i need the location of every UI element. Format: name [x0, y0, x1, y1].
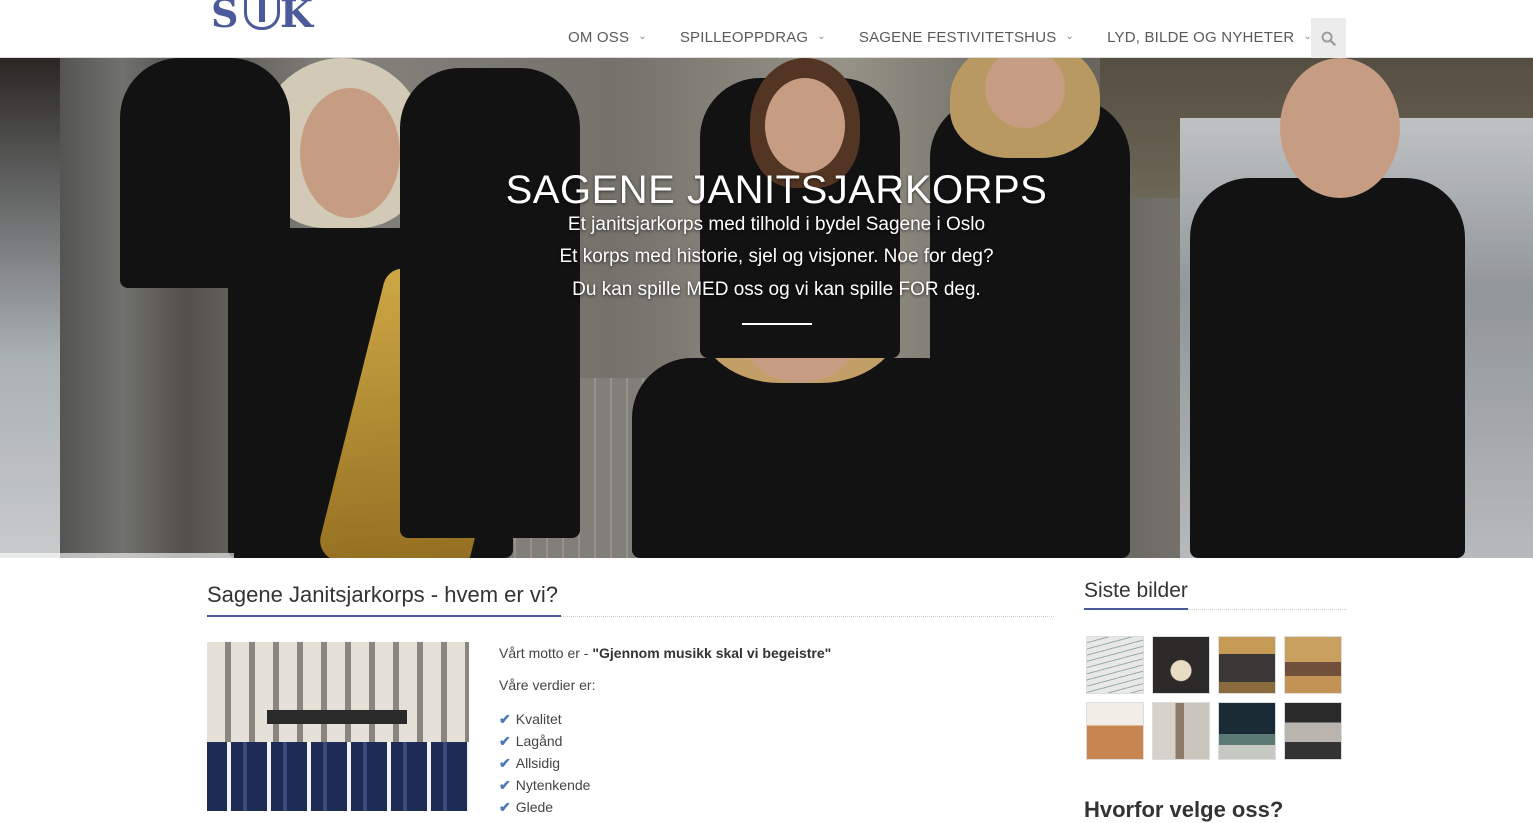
search-icon	[1321, 31, 1336, 46]
gallery-title: Siste bilder	[1084, 579, 1188, 602]
motto-quote: "Gjennom musikk skal vi begeistre"	[592, 645, 832, 661]
photo-gallery	[1086, 636, 1342, 760]
hero-subtitle-line: Et korps med historie, sjel og visjoner.…	[559, 246, 994, 267]
value-label: Allsidig	[515, 755, 561, 771]
logo-letter-k: K	[280, 0, 314, 33]
values-label: Våre verdier er:	[499, 677, 596, 693]
hero-subtitle-line: Et janitsjarkorps med tilhold i bydel Sa…	[567, 214, 986, 235]
check-icon: ✔	[499, 710, 511, 727]
chevron-down-icon: ⌄	[1065, 30, 1075, 42]
hero-subtitle-line: Du kan spille MED oss og vi kan spille F…	[572, 279, 981, 300]
check-icon: ✔	[499, 776, 511, 793]
gallery-thumb[interactable]	[1152, 702, 1210, 760]
photo-building	[207, 642, 469, 742]
slider-progress-bar	[0, 553, 234, 558]
photo-shop-sign	[267, 710, 407, 724]
nav-label: LYD, BILDE OG NYHETER	[1107, 28, 1295, 46]
hero-slider[interactable]: SAGENE JANITSJARKORPS Et janitsjarkorps …	[0, 58, 1533, 558]
motto-prefix: Vårt motto er -	[499, 645, 593, 661]
list-item: ✔ Nytenkende	[499, 774, 590, 796]
gallery-title-underline	[1084, 608, 1188, 610]
value-label: Kvalitet	[515, 711, 562, 727]
intro-title-underline	[207, 615, 561, 617]
search-button[interactable]	[1311, 18, 1346, 58]
value-label: Nytenkende	[515, 777, 591, 793]
nav-item-om-oss[interactable]: OM OSS ⌄	[568, 29, 647, 46]
check-icon: ✔	[499, 798, 511, 815]
nav-label: SAGENE FESTIVITETSHUS	[858, 28, 1057, 46]
nav-item-spilleoppdrag[interactable]: SPILLEOPPDRAG ⌄	[680, 29, 826, 46]
site-logo[interactable]: S K	[210, 0, 316, 33]
gallery-thumb[interactable]	[1284, 702, 1342, 760]
gallery-thumb[interactable]	[1218, 702, 1276, 760]
gallery-thumb[interactable]	[1086, 636, 1144, 694]
nav-label: OM OSS	[568, 28, 630, 46]
nav-item-sagene-festivitetshus[interactable]: SAGENE FESTIVITETSHUS ⌄	[859, 29, 1074, 46]
anchor-emblem-icon	[244, 0, 280, 30]
gallery-thumb[interactable]	[1218, 636, 1276, 694]
intro-title: Sagene Janitsjarkorps - hvem er vi?	[207, 582, 558, 607]
value-label: Lagånd	[515, 733, 563, 749]
list-item: ✔ Lagånd	[499, 730, 590, 752]
list-item: ✔ Glede	[499, 796, 590, 818]
list-item: ✔ Kvalitet	[499, 708, 590, 730]
hero-title: SAGENE JANITSJARKORPS	[505, 168, 1048, 212]
gallery-thumb[interactable]	[1152, 636, 1210, 694]
check-icon: ✔	[499, 754, 511, 771]
check-icon: ✔	[499, 732, 511, 749]
value-label: Glede	[515, 799, 554, 815]
chevron-down-icon: ⌄	[638, 30, 647, 42]
logo-letter-s: S	[211, 0, 239, 33]
values-list: ✔ Kvalitet ✔ Lagånd ✔ Allsidig ✔ Nytenkende …	[499, 708, 590, 818]
main-nav: OM OSS ⌄ SPILLEOPPDRAG ⌄ SAGENE FESTIVIT…	[568, 29, 1345, 46]
hero-overlay	[0, 58, 1533, 558]
nav-item-lyd-bilde-nyheter[interactable]: LYD, BILDE OG NYHETER ⌄	[1107, 29, 1312, 46]
chevron-down-icon: ⌄	[817, 30, 826, 42]
motto-text: Vårt motto er - "Gjennom musikk skal vi …	[499, 645, 831, 661]
list-item: ✔ Allsidig	[499, 752, 590, 774]
why-choose-us-title: Hvorfor velge oss?	[1084, 797, 1284, 822]
gallery-thumb[interactable]	[1284, 636, 1342, 694]
nav-label: SPILLEOPPDRAG	[679, 28, 809, 46]
intro-photo[interactable]	[207, 642, 469, 811]
hero-divider	[742, 323, 812, 325]
photo-marching-band	[207, 742, 469, 811]
site-header: S K OM OSS ⌄ SPILLEOPPDRAG ⌄ SAGENE FEST…	[0, 0, 1533, 58]
gallery-thumb[interactable]	[1086, 702, 1144, 760]
